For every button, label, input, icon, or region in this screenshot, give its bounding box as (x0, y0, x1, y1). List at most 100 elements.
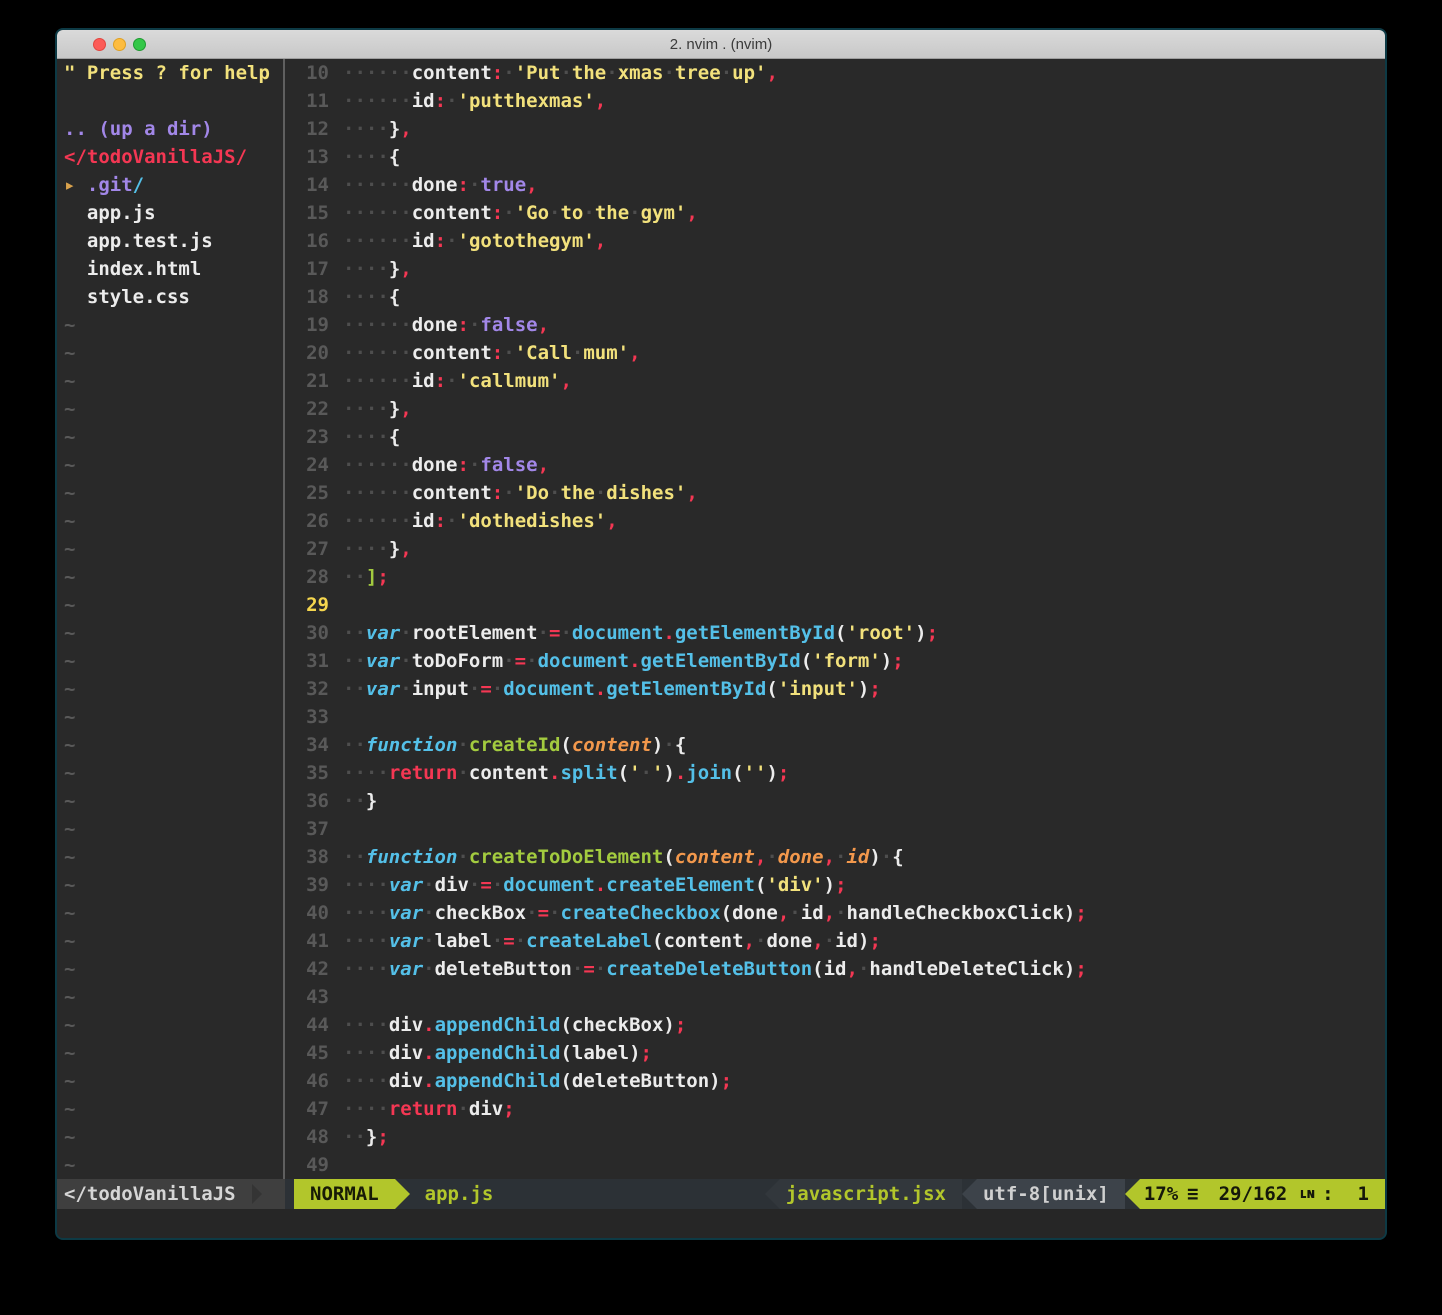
code-text: ··} (343, 787, 377, 815)
code-line[interactable]: 16 ······id:·'gotothegym', (285, 227, 1385, 255)
terminal-window: 2. nvim . (nvim) " Press ? for help.. (u… (55, 28, 1387, 1240)
code-line[interactable]: 44····div.appendChild(checkBox); (285, 1011, 1385, 1039)
code-line[interactable]: 39····var·div·=·document.createElement('… (285, 871, 1385, 899)
code-line[interactable]: 12····}, (285, 115, 1385, 143)
window-title: 2. nvim . (nvim) (57, 30, 1385, 59)
line-number: 29 (285, 591, 329, 619)
code-line[interactable]: 45····div.appendChild(label); (285, 1039, 1385, 1067)
editor-pane: 10 ······content:·'Put·the·xmas·tree·up',… (285, 59, 1385, 1179)
nvim-main-area: " Press ? for help.. (up a dir)</todoVan… (57, 59, 1385, 1179)
powerline-arrow-left-icon (765, 1179, 780, 1209)
code-text: ······content:·'Put·the·xmas·tree·up', (343, 59, 778, 87)
code-line[interactable]: 17····}, (285, 255, 1385, 283)
code-line[interactable]: 28··]; (285, 563, 1385, 591)
tree-item-git[interactable]: ▸ .git/ (57, 171, 283, 199)
line-number: 43 (285, 983, 329, 1011)
tree-root[interactable]: </todoVanillaJS/ (57, 143, 283, 171)
empty-buffer-tilde: ~ (57, 759, 283, 787)
line-number: 37 (285, 815, 329, 843)
command-line[interactable] (57, 1209, 1385, 1238)
code-text: ······done:·false, (343, 451, 549, 479)
line-number: 13 (285, 143, 329, 171)
empty-buffer-tilde: ~ (57, 1039, 283, 1067)
lines-icon: ≡ (1187, 1183, 1198, 1205)
code-line[interactable]: 26······id:·'dothedishes', (285, 507, 1385, 535)
scroll-percent: 17% (1144, 1183, 1178, 1205)
code-line[interactable]: 23····{ (285, 423, 1385, 451)
empty-buffer-tilde: ~ (57, 1123, 283, 1151)
code-line[interactable]: 49 (285, 1151, 1385, 1179)
titlebar[interactable]: 2. nvim . (nvim) (57, 30, 1385, 59)
code-line[interactable]: 25······content:·'Do·the·dishes', (285, 479, 1385, 507)
code-line[interactable]: 24······done:·false, (285, 451, 1385, 479)
tree-item-app-test-js[interactable]: app.test.js (57, 227, 283, 255)
code-line[interactable]: 29 (285, 591, 1385, 619)
empty-buffer-tilde: ~ (57, 451, 283, 479)
code-line[interactable]: 42····var·deleteButton·=·createDeleteBut… (285, 955, 1385, 983)
empty-buffer-tilde: ~ (57, 395, 283, 423)
code-line[interactable]: 10 ······content:·'Put·the·xmas·tree·up', (285, 59, 1385, 87)
code-line[interactable]: 40····var·checkBox·=·createCheckbox(done… (285, 899, 1385, 927)
code-line[interactable]: 27····}, (285, 535, 1385, 563)
code-text: ····return·content.split('·').join(''); (343, 759, 789, 787)
line-number: 11 (285, 87, 329, 115)
code-line[interactable]: 35····return·content.split('·').join('')… (285, 759, 1385, 787)
line-number: 16 (285, 227, 329, 255)
empty-buffer-tilde: ~ (57, 703, 283, 731)
empty-buffer-tilde: ~ (57, 311, 283, 339)
file-tree-pane: " Press ? for help.. (up a dir)</todoVan… (57, 59, 285, 1179)
code-text: ····{ (343, 143, 400, 171)
tree-up-dir[interactable]: .. (up a dir) (57, 115, 283, 143)
line-number: 42 (285, 955, 329, 983)
code-line[interactable]: 31··var·toDoForm·=·document.getElementBy… (285, 647, 1385, 675)
line-number: 28 (285, 563, 329, 591)
line-number-icon: ʟɴ (1299, 1186, 1314, 1202)
line-number: 12 (285, 115, 329, 143)
code-line[interactable]: 48··}; (285, 1123, 1385, 1151)
colon-separator: : (1322, 1183, 1333, 1205)
empty-buffer-tilde: ~ (57, 507, 283, 535)
code-text: ······id:·'gotothegym', (343, 227, 606, 255)
line-number: 26 (285, 507, 329, 535)
filetype-label: javascript.jsx (780, 1179, 962, 1209)
code-line[interactable]: 33 (285, 703, 1385, 731)
empty-buffer-tilde: ~ (57, 815, 283, 843)
code-line[interactable]: 19······done:·false, (285, 311, 1385, 339)
code-line[interactable]: 30··var·rootElement·=·document.getElemen… (285, 619, 1385, 647)
line-number: 38 (285, 843, 329, 871)
powerline-arrow-left-icon (1125, 1179, 1140, 1209)
code-line[interactable]: 14······done:·true, (285, 171, 1385, 199)
code-line[interactable]: 38··function·createToDoElement(content,·… (285, 843, 1385, 871)
tree-item-app-js[interactable]: app.js (57, 199, 283, 227)
code-line[interactable]: 32··var·input·=·document.getElementById(… (285, 675, 1385, 703)
code-line[interactable]: 22····}, (285, 395, 1385, 423)
line-number: 39 (285, 871, 329, 899)
code-line[interactable]: 11 ······id:·'putthexmas', (285, 87, 1385, 115)
code-line[interactable]: 43 (285, 983, 1385, 1011)
code-text: ······done:·false, (343, 311, 549, 339)
code-line[interactable]: 20······content:·'Call·mum', (285, 339, 1385, 367)
line-number: 27 (285, 535, 329, 563)
code-line[interactable]: 18····{ (285, 283, 1385, 311)
code-line[interactable]: 41····var·label·=·createLabel(content,·d… (285, 927, 1385, 955)
empty-buffer-tilde: ~ (57, 423, 283, 451)
filename-label: app.js (425, 1179, 494, 1209)
code-line[interactable]: 21······id:·'callmum', (285, 367, 1385, 395)
code-line[interactable]: 15······content:·'Go·to·the·gym', (285, 199, 1385, 227)
code-line[interactable]: 47····return·div; (285, 1095, 1385, 1123)
code-line[interactable]: 46····div.appendChild(deleteButton); (285, 1067, 1385, 1095)
code-text: ······id:·'putthexmas', (343, 87, 606, 115)
line-number: 32 (285, 675, 329, 703)
code-line[interactable]: 34··function·createId(content)·{ (285, 731, 1385, 759)
code-text: ······content:·'Call·mum', (343, 339, 641, 367)
code-text: ··var·toDoForm·=·document.getElementById… (343, 647, 904, 675)
code-line[interactable]: 36··} (285, 787, 1385, 815)
code-text: ····div.appendChild(deleteButton); (343, 1067, 732, 1095)
line-number: 10 (285, 59, 329, 87)
code-line[interactable]: 37 (285, 815, 1385, 843)
tree-item-index-html[interactable]: index.html (57, 255, 283, 283)
tree-item-style-css[interactable]: style.css (57, 283, 283, 311)
code-line[interactable]: 13 ····{ (285, 143, 1385, 171)
empty-buffer-tilde: ~ (57, 339, 283, 367)
line-number: 45 (285, 1039, 329, 1067)
